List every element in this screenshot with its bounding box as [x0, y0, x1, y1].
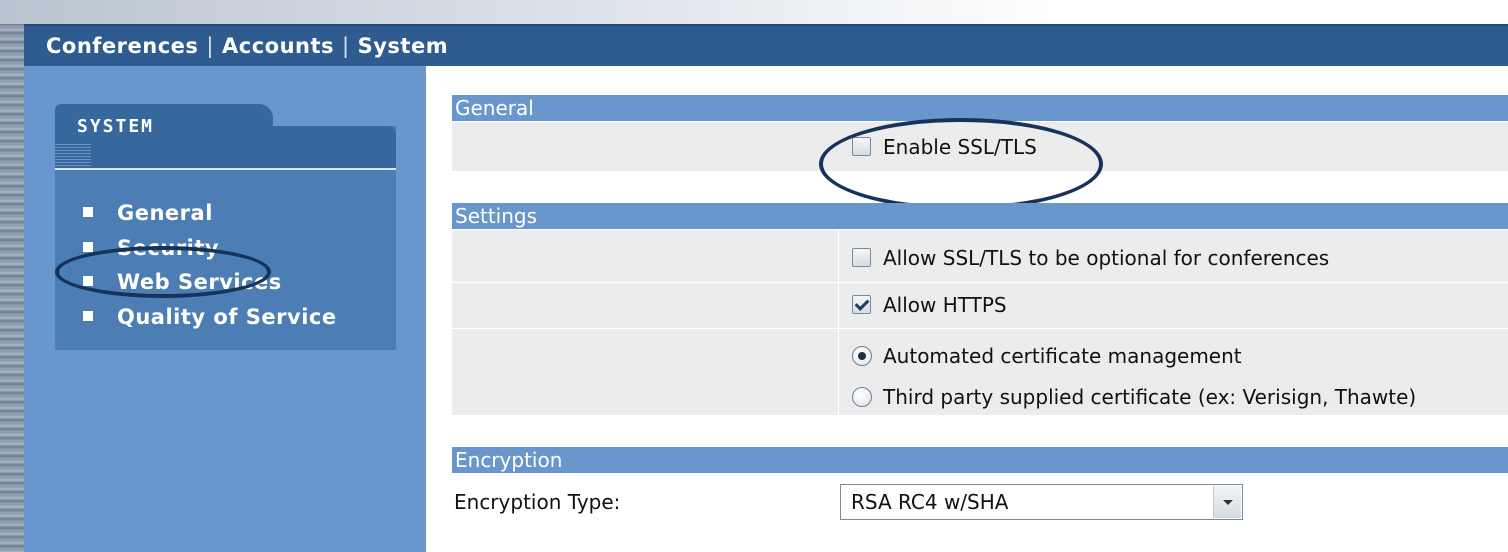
nav-separator: |: [342, 34, 350, 58]
allow-https-checkbox[interactable]: [852, 295, 871, 314]
encryption-type-select[interactable]: RSA RC4 w/SHA: [840, 484, 1243, 520]
nav-link-system[interactable]: System: [358, 34, 448, 58]
bullet-icon: [83, 276, 93, 286]
top-nav-bar: Conferences | Accounts | System: [24, 24, 1508, 66]
sidebar-title: SYSTEM: [77, 116, 155, 137]
row-enable-ssl: Enable SSL/TLS: [452, 121, 1508, 171]
sidebar-item-general[interactable]: General: [83, 196, 337, 231]
folder-stripes-icon: [55, 144, 91, 166]
sidebar-folder: SYSTEM General Security Web Services Qua…: [55, 104, 396, 350]
sidebar-item-security[interactable]: Security: [83, 231, 337, 266]
sidebar-item-web-services[interactable]: Web Services: [83, 265, 337, 300]
encryption-type-label: Encryption Type:: [454, 490, 621, 514]
row-label-cell: [452, 329, 839, 415]
nav-link-conferences[interactable]: Conferences: [46, 34, 198, 58]
allow-optional-checkbox[interactable]: [852, 248, 871, 267]
sidebar-item-label: General: [117, 201, 213, 225]
section-header-general: General: [452, 95, 1508, 121]
bullet-icon: [83, 310, 93, 321]
top-nav-links: Conferences | Accounts | System: [46, 34, 448, 58]
enable-ssl-label: Enable SSL/TLS: [883, 135, 1037, 159]
row-allow-optional: Allow SSL/TLS to be optional for confere…: [452, 229, 1508, 282]
encryption-type-value: RSA RC4 w/SHA: [851, 490, 1009, 514]
row-label-cell: [452, 283, 839, 328]
sidebar-menu: General Security Web Services Quality of…: [83, 196, 337, 334]
sidebar-item-label: Quality of Service: [117, 304, 337, 329]
background-left: [0, 0, 24, 552]
sidebar-item-quality-of-service[interactable]: Quality of Service: [83, 300, 337, 335]
sidebar-item-label: Security: [117, 235, 220, 260]
cert-third-party-label: Third party supplied certificate (ex: Ve…: [883, 385, 1417, 409]
cert-third-party-radio[interactable]: [852, 387, 872, 407]
nav-separator: |: [206, 34, 214, 58]
main-content: General Enable SSL/TLS Settings Allow SS…: [452, 66, 1508, 552]
chevron-down-icon[interactable]: [1213, 486, 1241, 518]
sidebar: SYSTEM General Security Web Services Qua…: [24, 66, 426, 552]
sidebar-item-label: Web Services: [117, 270, 282, 294]
row-allow-https: Allow HTTPS: [452, 282, 1508, 328]
app-window: Conferences | Accounts | System SYSTEM Gener…: [24, 24, 1508, 552]
background-top: [0, 0, 1508, 24]
row-certificate: Automated certificate management Third p…: [452, 328, 1508, 415]
allow-optional-label: Allow SSL/TLS to be optional for confere…: [883, 246, 1330, 270]
bullet-icon: [83, 241, 93, 252]
folder-divider: [55, 168, 396, 170]
cert-automated-label: Automated certificate management: [883, 344, 1242, 368]
cert-automated-radio[interactable]: [852, 346, 872, 366]
section-header-settings: Settings: [452, 203, 1508, 229]
allow-https-label: Allow HTTPS: [883, 293, 1007, 317]
row-label-cell: [452, 230, 839, 282]
bullet-icon: [83, 207, 93, 217]
nav-link-accounts[interactable]: Accounts: [222, 34, 334, 58]
section-header-encryption: Encryption: [452, 447, 1508, 473]
enable-ssl-checkbox[interactable]: [852, 137, 871, 156]
